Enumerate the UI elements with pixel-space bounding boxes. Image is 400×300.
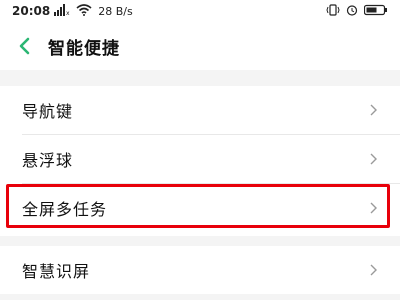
list-item-label: 智慧识屏	[22, 262, 91, 281]
section-gap	[0, 236, 400, 246]
list-item-label: 悬浮球	[22, 151, 74, 170]
section-gap	[0, 70, 400, 86]
page-title: 智能便捷	[48, 38, 120, 59]
status-right	[326, 3, 388, 19]
chevron-right-icon	[370, 153, 377, 165]
alarm-icon	[346, 4, 358, 19]
network-speed: 28 B/s	[98, 4, 133, 18]
status-bar: 20:08 x 28 B/s	[0, 0, 400, 22]
chevron-right-icon	[370, 104, 377, 116]
chevron-right-icon	[370, 202, 377, 214]
list-item-smart-screen-recognition[interactable]: 智慧识屏	[0, 246, 400, 294]
back-button[interactable]	[12, 34, 36, 58]
list-item-fullscreen-multitask[interactable]: 全屏多任务	[0, 184, 400, 232]
list-item-label: 导航键	[22, 102, 74, 121]
sim-signal-icon: x	[54, 3, 72, 19]
chevron-left-icon	[19, 37, 30, 55]
svg-text:x: x	[66, 10, 70, 16]
battery-icon	[363, 4, 388, 19]
header: 智能便捷	[0, 22, 400, 70]
wifi-icon	[76, 3, 92, 19]
chevron-right-icon	[370, 264, 377, 276]
list-item-nav-keys[interactable]: 导航键	[0, 86, 400, 134]
status-left: 20:08 x 28 B/s	[12, 3, 133, 19]
list-item-floating-ball[interactable]: 悬浮球	[0, 135, 400, 183]
bottom-gap	[0, 294, 400, 300]
list-item-label: 全屏多任务	[22, 200, 108, 219]
vibrate-icon	[326, 3, 340, 19]
status-time: 20:08	[12, 4, 51, 18]
